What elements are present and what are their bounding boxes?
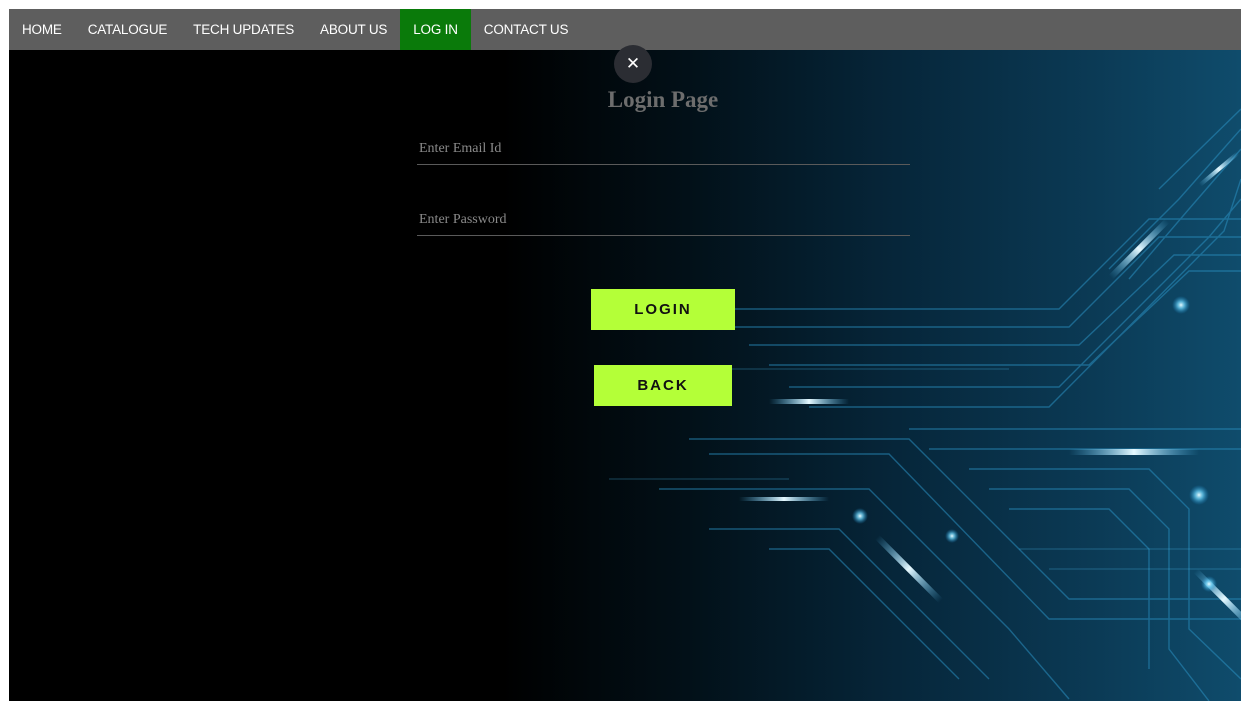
nav-item-tech-updates[interactable]: TECH UPDATES — [180, 9, 307, 50]
email-field[interactable] — [417, 134, 910, 165]
nav-item-contact-us[interactable]: CONTACT US — [471, 9, 582, 50]
nav-item-log-in[interactable]: LOG IN — [400, 9, 471, 50]
password-field[interactable] — [417, 205, 910, 236]
nav-item-home[interactable]: HOME — [9, 9, 75, 50]
close-icon[interactable]: ✕ — [614, 45, 652, 83]
login-page-title: Login Page — [607, 87, 719, 112]
nav-item-catalogue[interactable]: CATALOGUE — [75, 9, 180, 50]
top-navigation-bar: HOME CATALOGUE TECH UPDATES ABOUT US LOG… — [9, 9, 1241, 50]
login-button[interactable]: LOGIN — [591, 289, 735, 330]
back-button[interactable]: BACK — [594, 365, 732, 406]
nav-item-about-us[interactable]: ABOUT US — [307, 9, 400, 50]
page-viewport: HOME CATALOGUE TECH UPDATES ABOUT US LOG… — [9, 9, 1241, 701]
